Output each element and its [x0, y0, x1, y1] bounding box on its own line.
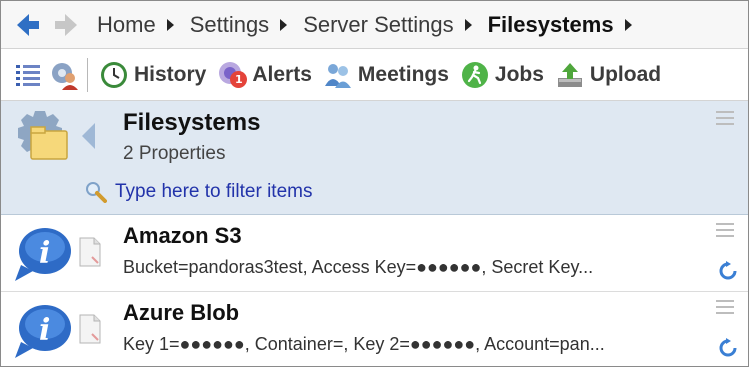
meetings-label: Meetings [357, 62, 449, 86]
collapse-arrow-icon[interactable] [79, 121, 97, 151]
document-icon [79, 237, 101, 267]
filter-input[interactable]: Type here to filter items [85, 181, 312, 203]
item-description: Key 1=●●●●●●, Container=, Key 2=●●●●●●, … [123, 334, 605, 354]
breadcrumb-settings[interactable]: Settings [190, 12, 270, 38]
meetings-people-icon [322, 59, 354, 91]
header-menu-icon[interactable] [716, 111, 734, 129]
user-settings-icon[interactable] [49, 60, 79, 90]
filter-placeholder: Type here to filter items [115, 181, 313, 202]
property-count: 2 Properties [123, 143, 226, 164]
breadcrumb-separator-icon [280, 18, 288, 31]
alerts-count-badge: 1 [230, 70, 248, 88]
breadcrumb-server-settings[interactable]: Server Settings [303, 12, 453, 38]
forward-arrow-icon[interactable] [51, 10, 81, 40]
alerts-icon: 1 [216, 59, 248, 91]
toolbar: History 1 Alerts Meetings Jobs Upload [1, 49, 748, 101]
list-item[interactable]: i Amazon S3 Bucket=pandoras3test, Access… [1, 215, 748, 292]
row-menu-icon[interactable] [716, 223, 734, 241]
history-label: History [134, 62, 207, 86]
item-title: Azure Blob [123, 300, 240, 325]
row-menu-icon[interactable] [716, 300, 734, 318]
upload-button[interactable]: Upload [554, 59, 661, 91]
upload-icon [554, 59, 586, 91]
refresh-icon[interactable] [718, 338, 738, 358]
history-button[interactable]: History [98, 59, 206, 91]
jobs-runner-icon [459, 59, 491, 91]
breadcrumb-separator-icon [464, 18, 472, 31]
breadcrumb: Home Settings Server Settings Filesystem… [1, 1, 748, 49]
breadcrumb-separator-icon[interactable] [624, 18, 632, 31]
search-icon [86, 182, 107, 203]
settings-folder-icon [18, 111, 68, 160]
jobs-label: Jobs [494, 62, 544, 86]
history-clock-icon [98, 59, 130, 91]
breadcrumb-filesystems[interactable]: Filesystems [488, 12, 614, 38]
page-title: Filesystems [123, 109, 261, 136]
item-title: Amazon S3 [123, 223, 242, 248]
breadcrumb-home[interactable]: Home [97, 12, 156, 38]
svg-text:i: i [39, 236, 50, 271]
filesystems-window: Home Settings Server Settings Filesystem… [0, 0, 749, 367]
meetings-button[interactable]: Meetings [322, 59, 449, 91]
svg-text:i: i [39, 313, 50, 348]
refresh-icon[interactable] [718, 261, 738, 281]
breadcrumb-separator-icon [166, 18, 174, 31]
alerts-label: Alerts [252, 62, 312, 86]
upload-label: Upload [589, 62, 662, 86]
jobs-button[interactable]: Jobs [459, 59, 544, 91]
document-icon [79, 314, 101, 344]
list-item[interactable]: i Azure Blob Key 1=●●●●●●, Container=, K… [1, 292, 748, 366]
item-description: Bucket=pandoras3test, Access Key=●●●●●●,… [123, 257, 594, 277]
alerts-button[interactable]: 1 Alerts [216, 59, 312, 91]
info-icon: i [15, 228, 71, 281]
filesystems-header: Filesystems 2 Properties Type here to fi… [1, 101, 748, 215]
back-arrow-icon[interactable] [13, 10, 43, 40]
list-view-icon[interactable] [13, 60, 43, 90]
toolbar-divider [87, 57, 88, 92]
info-icon: i [15, 305, 71, 358]
